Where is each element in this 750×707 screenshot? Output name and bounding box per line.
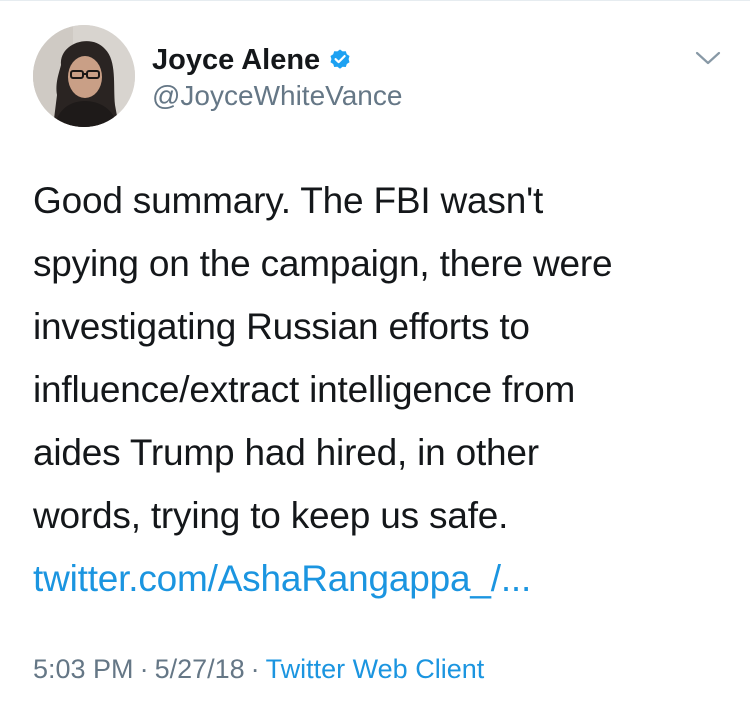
tweet-text-line: aides Trump had hired, in other [33, 432, 539, 473]
tweet-time[interactable]: 5:03 PM [33, 654, 134, 684]
tweet-meta: 5:03 PM · 5/27/18 · Twitter Web Client [33, 652, 484, 686]
tweet-date[interactable]: 5/27/18 [155, 654, 245, 684]
tweet-text-line: investigating Russian efforts to [33, 306, 530, 347]
avatar-photo [33, 25, 135, 127]
top-divider [0, 0, 750, 1]
author-name-row[interactable]: Joyce Alene [152, 44, 352, 76]
tweet-client[interactable]: Twitter Web Client [266, 654, 485, 684]
meta-separator: · [139, 654, 149, 684]
author-handle[interactable]: @JoyceWhiteVance [152, 80, 402, 112]
tweet-text-line: Good summary. The FBI wasn't [33, 180, 544, 221]
avatar[interactable] [33, 25, 135, 127]
verified-badge-icon [328, 48, 352, 72]
author-display-name[interactable]: Joyce Alene [152, 44, 320, 76]
tweet-text-line: words, trying to keep us safe. [33, 495, 509, 536]
tweet-text-line: spying on the campaign, there were [33, 243, 613, 284]
tweet-card: Joyce Alene @JoyceWhiteVance Good summar… [0, 0, 750, 707]
tweet-text-line: influence/extract intelligence from [33, 369, 576, 410]
tweet-link[interactable]: twitter.com/AshaRangappa_/... [33, 558, 531, 599]
chevron-down-icon[interactable] [694, 49, 722, 67]
tweet-text: Good summary. The FBI wasn't spying on t… [33, 169, 723, 610]
meta-separator: · [250, 654, 260, 684]
